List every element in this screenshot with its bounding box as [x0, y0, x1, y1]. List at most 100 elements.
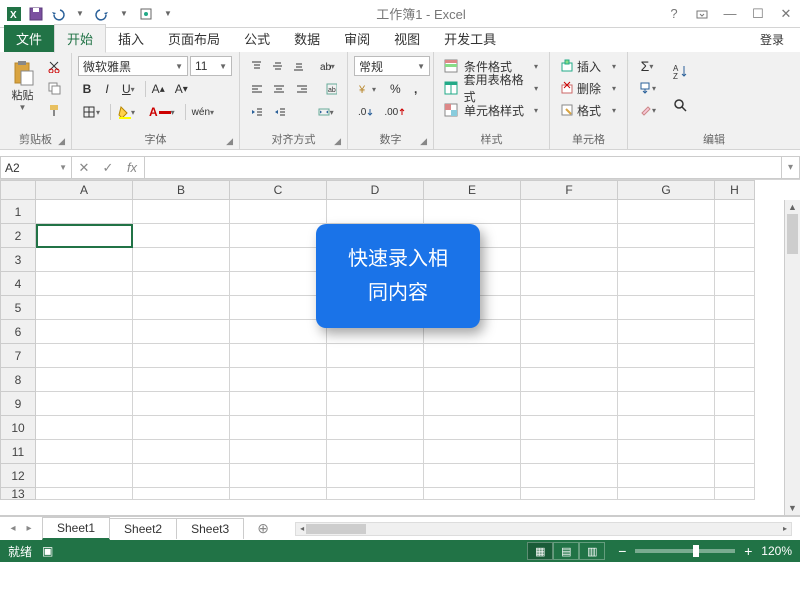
undo-dropdown-icon[interactable]: ▼ [70, 4, 90, 24]
cell[interactable] [327, 392, 424, 416]
cell[interactable] [521, 296, 618, 320]
row-header[interactable]: 6 [0, 320, 36, 344]
format-painter-button[interactable] [43, 100, 65, 120]
cell[interactable] [230, 464, 327, 488]
alignment-dialog-icon[interactable]: ◢ [334, 136, 341, 147]
add-sheet-icon[interactable]: ⊕ [251, 520, 275, 537]
sheet-tab[interactable]: Sheet1 [42, 517, 110, 540]
macro-record-icon[interactable]: ▣ [42, 544, 53, 558]
zoom-out-icon[interactable]: − [615, 543, 629, 559]
cell[interactable] [715, 272, 755, 296]
cell[interactable] [36, 248, 133, 272]
cell[interactable] [521, 224, 618, 248]
cell[interactable] [424, 440, 521, 464]
cell[interactable] [230, 224, 327, 248]
row-header[interactable]: 10 [0, 416, 36, 440]
cell[interactable] [230, 200, 327, 224]
vscroll-thumb[interactable] [787, 214, 798, 254]
cell[interactable] [521, 320, 618, 344]
row-header[interactable]: 11 [0, 440, 36, 464]
cell[interactable] [133, 344, 230, 368]
cell[interactable] [424, 488, 521, 500]
redo-dropdown-icon[interactable]: ▼ [114, 4, 134, 24]
phonetic-button[interactable]: wén▾ [188, 102, 222, 122]
cell[interactable] [424, 464, 521, 488]
cell[interactable] [715, 440, 755, 464]
cell[interactable] [230, 368, 327, 392]
view-normal-icon[interactable]: ▦ [527, 542, 553, 560]
tab-data[interactable]: 数据 [282, 25, 332, 52]
cell[interactable] [424, 200, 521, 224]
name-box[interactable]: A2▼ [0, 156, 72, 179]
save-icon[interactable] [26, 4, 46, 24]
row-header[interactable]: 3 [0, 248, 36, 272]
cell[interactable] [327, 464, 424, 488]
cell[interactable] [618, 416, 715, 440]
cell[interactable] [715, 224, 755, 248]
cell[interactable] [618, 224, 715, 248]
clear-button[interactable]: ▾ [634, 100, 664, 120]
row-header[interactable]: 12 [0, 464, 36, 488]
col-header[interactable]: B [133, 180, 230, 200]
paste-button[interactable]: 粘贴 ▼ [6, 56, 39, 116]
cell[interactable] [618, 440, 715, 464]
cell[interactable] [715, 488, 755, 500]
cell[interactable] [36, 296, 133, 320]
cancel-formula-icon[interactable]: ✕ [72, 157, 96, 178]
merge-button[interactable]: ▾ [313, 102, 341, 122]
col-header[interactable]: A [36, 180, 133, 200]
cell[interactable] [715, 248, 755, 272]
cut-button[interactable] [43, 56, 65, 76]
cell[interactable] [521, 416, 618, 440]
cell[interactable] [36, 368, 133, 392]
font-name-select[interactable]: 微软雅黑▼ [78, 56, 188, 76]
cell[interactable] [618, 248, 715, 272]
zoom-knob[interactable] [693, 545, 699, 557]
row-header[interactable]: 5 [0, 296, 36, 320]
cell[interactable] [133, 416, 230, 440]
cell[interactable] [36, 320, 133, 344]
cell[interactable] [618, 392, 715, 416]
formula-input[interactable] [145, 156, 782, 179]
cell[interactable] [327, 200, 424, 224]
qat-customize-icon[interactable]: ▼ [158, 4, 178, 24]
cell[interactable] [424, 344, 521, 368]
tab-layout[interactable]: 页面布局 [156, 25, 232, 52]
cell[interactable] [133, 224, 230, 248]
cell[interactable] [133, 440, 230, 464]
col-header[interactable]: F [521, 180, 618, 200]
cell[interactable] [424, 392, 521, 416]
cell[interactable] [424, 368, 521, 392]
cell[interactable] [521, 392, 618, 416]
cell[interactable] [133, 368, 230, 392]
col-header[interactable]: D [327, 180, 424, 200]
close-icon[interactable]: ✕ [776, 4, 796, 24]
row-header[interactable]: 9 [0, 392, 36, 416]
delete-cells-button[interactable]: 删除▾ [556, 78, 624, 98]
cell[interactable] [133, 392, 230, 416]
cell[interactable] [230, 488, 327, 500]
increase-font-button[interactable]: A▴ [148, 79, 169, 99]
help-icon[interactable]: ? [664, 4, 684, 24]
cell[interactable] [230, 440, 327, 464]
zoom-level[interactable]: 120% [761, 544, 792, 558]
scroll-down-icon[interactable]: ▼ [785, 501, 800, 515]
cell[interactable] [618, 488, 715, 500]
vertical-scrollbar[interactable]: ▲ ▼ [784, 200, 800, 515]
cell[interactable] [36, 464, 133, 488]
cell[interactable] [133, 320, 230, 344]
undo-icon[interactable] [48, 4, 68, 24]
ribbon-options-icon[interactable] [692, 4, 712, 24]
cell[interactable] [521, 272, 618, 296]
orientation-button[interactable]: ab▾ [316, 56, 341, 76]
cell[interactable] [521, 368, 618, 392]
align-center-button[interactable] [268, 79, 288, 99]
minimize-icon[interactable]: — [720, 4, 740, 24]
cell[interactable] [36, 392, 133, 416]
row-header[interactable]: 13 [0, 488, 36, 500]
italic-button[interactable]: I [98, 79, 116, 99]
accounting-button[interactable]: ¥▾ [354, 79, 384, 99]
cell[interactable] [327, 368, 424, 392]
font-size-select[interactable]: 11▼ [190, 56, 232, 76]
cell[interactable] [715, 464, 755, 488]
